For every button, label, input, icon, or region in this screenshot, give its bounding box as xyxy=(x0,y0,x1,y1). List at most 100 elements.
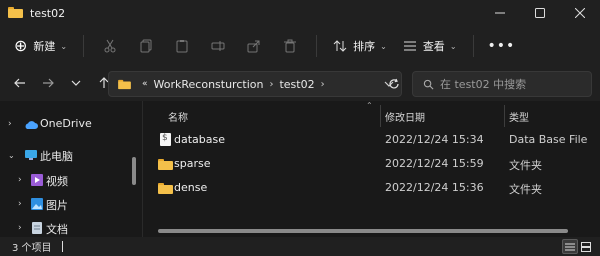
command-bar: ⊕ 新建 ⌄ 排序 ⌄ 查看 ⌄ ••• xyxy=(0,27,600,65)
plus-circle-icon: ⊕ xyxy=(14,36,28,55)
share-icon xyxy=(247,40,260,53)
cut-button[interactable] xyxy=(92,32,128,60)
refresh-button[interactable] xyxy=(382,71,406,97)
breadcrumb-test02[interactable]: test02 xyxy=(279,78,314,91)
sidebar-item-label: OneDrive xyxy=(40,117,92,130)
column-divider[interactable] xyxy=(504,105,505,127)
file-date: 2022/12/24 15:59 xyxy=(385,157,484,170)
column-header-label: 名称 xyxy=(168,112,188,124)
chevron-right-icon[interactable]: › xyxy=(18,175,22,185)
arrow-right-icon xyxy=(43,78,54,88)
content-area: › OneDrive ⌄ 此电脑 › 视频 › 图片 › 文档 ⌃ 名称 修改日… xyxy=(0,101,600,237)
chevron-right-icon[interactable]: › xyxy=(18,223,22,233)
sidebar-item-label: 此电脑 xyxy=(40,150,73,163)
back-button[interactable] xyxy=(6,69,34,97)
copy-icon xyxy=(140,39,152,53)
file-list: ⌃ 名称 修改日期 类型 database 2022/12/24 15:34 D… xyxy=(144,101,600,237)
window-controls xyxy=(480,0,600,26)
sidebar-item-onedrive[interactable]: › OneDrive xyxy=(0,112,142,136)
breadcrumb-separator: › xyxy=(320,78,325,90)
chevron-right-icon[interactable]: › xyxy=(18,199,22,209)
address-bar[interactable]: « WorkReconsturction › test02 › xyxy=(108,71,402,97)
view-label: 查看 xyxy=(422,40,445,53)
paste-button[interactable] xyxy=(164,32,200,60)
overflow-breadcrumb[interactable]: « xyxy=(142,79,148,89)
pane-divider[interactable] xyxy=(142,101,143,237)
chevron-right-icon[interactable]: › xyxy=(8,119,12,129)
title-bar: test02 xyxy=(0,0,600,26)
refresh-icon xyxy=(389,78,399,89)
cloud-icon xyxy=(25,121,38,129)
file-type: 文件夹 xyxy=(509,159,542,172)
chevron-down-icon: ⌄ xyxy=(380,41,387,51)
sidebar-item-documents[interactable]: › 文档 xyxy=(0,216,142,237)
rename-button[interactable] xyxy=(200,32,236,60)
sidebar-item-videos[interactable]: › 视频 xyxy=(0,168,142,192)
minimize-button[interactable] xyxy=(480,0,520,26)
tiles-view-button[interactable] xyxy=(578,239,594,254)
view-button[interactable]: 查看 ⌄ xyxy=(395,32,465,60)
document-icon xyxy=(32,222,42,234)
file-row[interactable]: sparse 2022/12/24 15:59 文件夹 xyxy=(144,152,600,176)
divider xyxy=(83,35,85,57)
horizontal-scrollbar[interactable] xyxy=(158,229,568,233)
view-lines-icon xyxy=(403,41,416,51)
file-date: 2022/12/24 15:36 xyxy=(385,181,484,194)
close-icon xyxy=(575,8,585,18)
details-view-button[interactable] xyxy=(562,239,578,254)
clipboard-icon xyxy=(176,40,188,53)
search-icon xyxy=(423,79,434,89)
sidebar-scrollbar[interactable] xyxy=(132,157,136,185)
chevron-down-icon[interactable]: ⌄ xyxy=(8,151,15,160)
computer-icon xyxy=(25,150,37,160)
file-name: database xyxy=(174,133,225,146)
file-row[interactable]: dense 2022/12/24 15:36 文件夹 xyxy=(144,176,600,200)
column-header-type[interactable]: 类型 xyxy=(509,105,529,127)
file-row[interactable]: database 2022/12/24 15:34 Data Base File xyxy=(144,128,600,152)
more-options-button[interactable]: ••• xyxy=(488,38,516,54)
chevron-down-icon: ⌄ xyxy=(60,41,68,51)
breadcrumb-workreconsturction[interactable]: WorkReconsturction xyxy=(154,78,264,91)
divider xyxy=(472,35,474,57)
copy-button[interactable] xyxy=(128,32,164,60)
tiles-view-icon xyxy=(581,241,591,252)
column-header-label: 类型 xyxy=(509,112,529,124)
view-toggle xyxy=(562,239,594,254)
column-header-date[interactable]: 修改日期 xyxy=(385,105,425,127)
close-button[interactable] xyxy=(560,0,600,26)
sidebar-item-label: 视频 xyxy=(46,175,68,188)
details-view-icon xyxy=(565,243,575,250)
maximize-button[interactable] xyxy=(520,0,560,26)
breadcrumb-separator: › xyxy=(269,78,274,90)
rename-icon xyxy=(211,41,225,51)
share-button[interactable] xyxy=(236,32,272,60)
search-input[interactable] xyxy=(440,77,590,91)
column-header-name[interactable]: 名称 xyxy=(168,105,188,127)
file-type: Data Base File xyxy=(509,133,588,146)
search-box[interactable] xyxy=(412,71,592,97)
chevron-down-icon: ⌄ xyxy=(449,41,457,51)
database-file-icon xyxy=(160,133,171,146)
recent-locations-button[interactable] xyxy=(62,69,90,97)
file-name: sparse xyxy=(174,157,211,170)
new-button[interactable]: ⊕ 新建 ⌄ xyxy=(14,32,75,60)
sidebar-item-label: 文档 xyxy=(46,223,68,236)
delete-button[interactable] xyxy=(272,32,308,60)
column-divider[interactable] xyxy=(380,105,381,127)
sort-button[interactable]: 排序 ⌄ xyxy=(325,32,395,60)
sidebar-item-this-pc[interactable]: ⌄ 此电脑 xyxy=(0,143,142,167)
minimize-icon xyxy=(495,12,505,14)
folder-icon xyxy=(158,159,173,170)
status-divider xyxy=(61,241,63,252)
forward-button[interactable] xyxy=(34,69,62,97)
file-name: dense xyxy=(174,181,208,194)
sidebar-item-pictures[interactable]: › 图片 xyxy=(0,192,142,216)
folder-icon xyxy=(158,183,173,194)
window-title: test02 xyxy=(30,6,66,20)
folder-icon xyxy=(118,79,131,89)
file-type: 文件夹 xyxy=(509,183,542,196)
sidebar-item-label: 图片 xyxy=(46,199,68,212)
video-icon xyxy=(31,174,43,186)
sort-icon xyxy=(333,40,347,52)
maximize-icon xyxy=(535,8,545,18)
